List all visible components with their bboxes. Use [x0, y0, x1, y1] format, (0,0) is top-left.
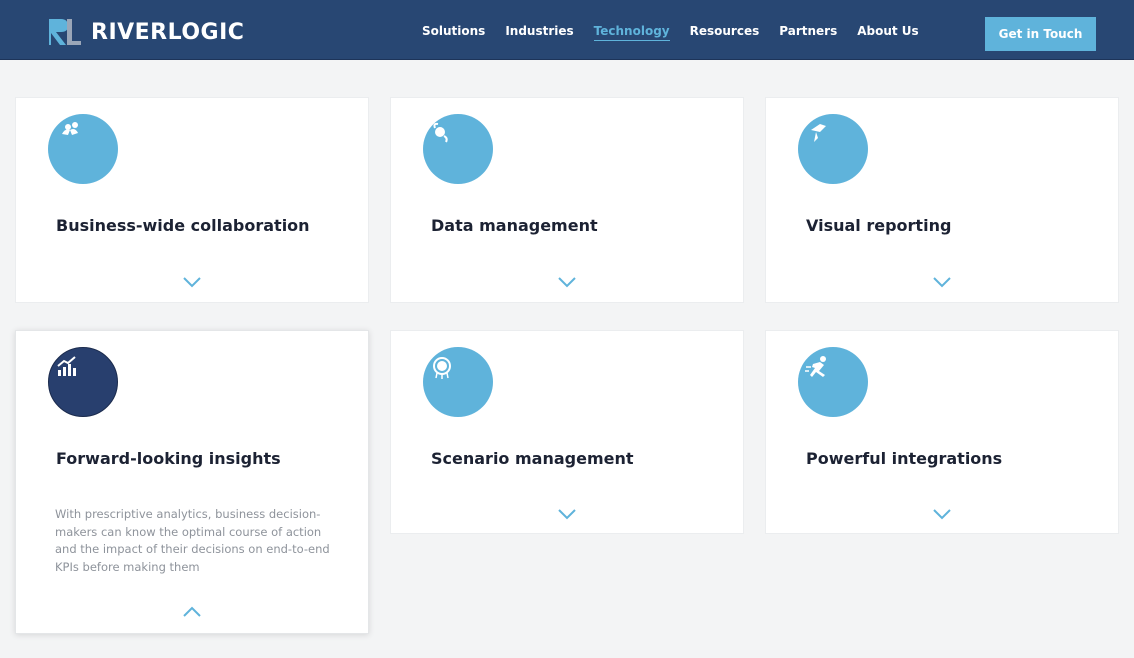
get-in-touch-button[interactable]: Get in Touch: [985, 17, 1096, 51]
insights-chart-icon: [48, 347, 118, 417]
card-title: Data management: [431, 216, 598, 235]
visual-reporting-icon: [798, 114, 868, 184]
card-description: With prescriptive analytics, business de…: [55, 507, 330, 574]
integrations-runner-icon: [798, 347, 868, 417]
feature-card-scenario[interactable]: Scenario management: [390, 330, 744, 534]
feature-card-data-management[interactable]: Data management: [390, 97, 744, 303]
card-title: Forward-looking insights: [56, 449, 281, 468]
scenario-icon: [423, 347, 493, 417]
card-title: Scenario management: [431, 449, 634, 468]
brand-mark-icon: [47, 17, 83, 47]
chevron-down-icon[interactable]: [557, 276, 577, 288]
chevron-down-icon[interactable]: [557, 508, 577, 520]
chevron-down-icon[interactable]: [932, 508, 952, 520]
nav-item-industries[interactable]: Industries: [505, 24, 573, 41]
brand-name: RIVERLOGIC: [91, 19, 245, 45]
nav-item-partners[interactable]: Partners: [779, 24, 837, 41]
feature-card-insights[interactable]: Forward-looking insights With prescripti…: [15, 330, 369, 634]
nav-item-solutions[interactable]: Solutions: [422, 24, 485, 41]
nav-item-technology[interactable]: Technology: [593, 24, 670, 41]
nav-item-about-us[interactable]: About Us: [857, 24, 918, 41]
chevron-up-icon[interactable]: [182, 606, 202, 618]
card-title: Powerful integrations: [806, 449, 1003, 468]
brand-logo[interactable]: RIVERLOGIC: [47, 17, 244, 47]
feature-card-integrations[interactable]: Powerful integrations: [765, 330, 1119, 534]
collaboration-icon: [48, 114, 118, 184]
card-title: Business-wide collaboration: [56, 216, 310, 235]
feature-card-visual-reporting[interactable]: Visual reporting: [765, 97, 1119, 303]
feature-card-collaboration[interactable]: Business-wide collaboration: [15, 97, 369, 303]
site-header: RIVERLOGIC Solutions Industries Technolo…: [0, 0, 1134, 60]
nav-item-resources[interactable]: Resources: [690, 24, 760, 41]
chevron-down-icon[interactable]: [182, 276, 202, 288]
data-management-icon: [423, 114, 493, 184]
card-title: Visual reporting: [806, 216, 952, 235]
main-nav: Solutions Industries Technology Resource…: [422, 24, 939, 41]
chevron-down-icon[interactable]: [932, 276, 952, 288]
